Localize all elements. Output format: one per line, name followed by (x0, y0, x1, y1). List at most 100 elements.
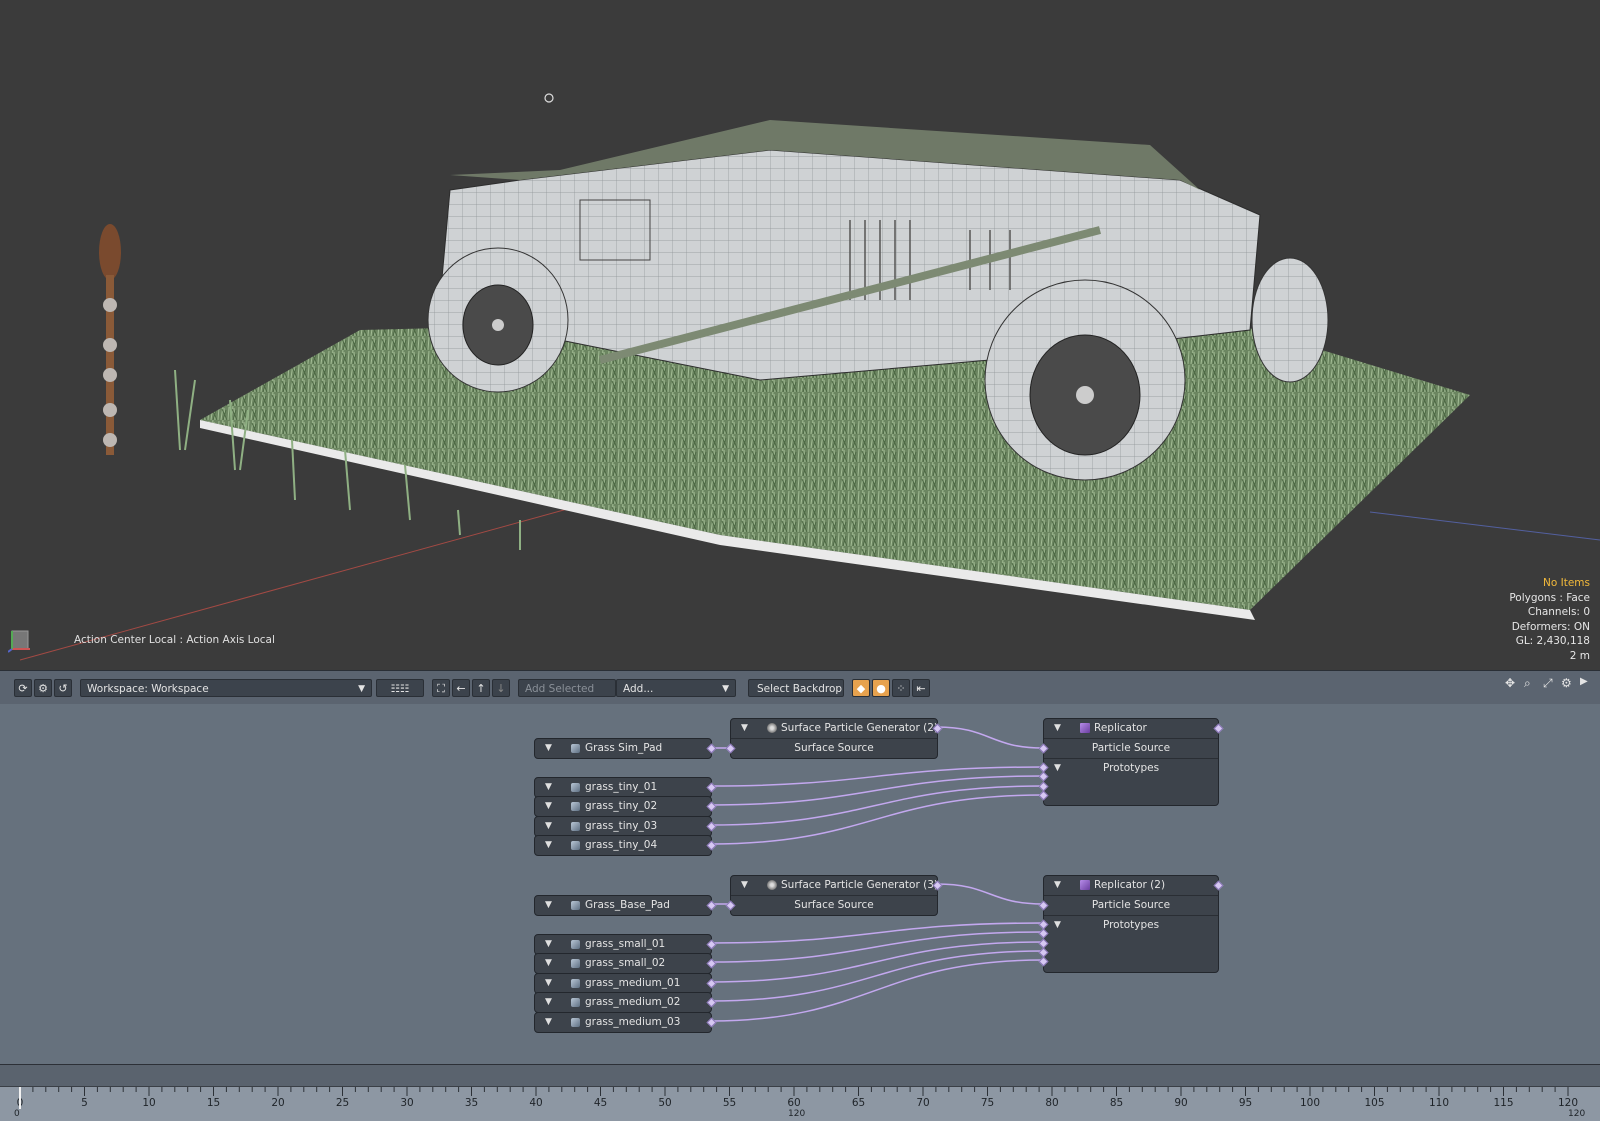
mesh-item-icon (571, 901, 580, 910)
item-node[interactable]: ▼ grass_tiny_03 (534, 816, 717, 837)
collapse-triangle-icon[interactable]: ▼ (545, 993, 552, 1012)
add-dropdown[interactable]: Add... ▼ (616, 679, 736, 697)
collapse-triangle-icon[interactable]: ▼ (545, 954, 552, 973)
workspace-dropdown[interactable]: Workspace: Workspace ▼ (80, 679, 372, 697)
item-node[interactable]: ▼ Grass Sim_Pad (534, 738, 717, 759)
add-selected-button[interactable]: Add Selected (518, 679, 616, 697)
grid-scale: 2 m (1569, 649, 1590, 662)
timeline-tick-label: 70 (916, 1097, 930, 1109)
timeline-tick-label: 20 (271, 1097, 285, 1109)
3d-viewport[interactable]: Action Center Local : Action Axis Local … (0, 0, 1600, 670)
timeline-tick-label: 105 (1364, 1097, 1385, 1109)
timeline-tick-label: 30 (400, 1097, 414, 1109)
item-node[interactable]: ▼ grass_tiny_01 (534, 777, 717, 798)
timeline-tick-label: 15 (206, 1097, 221, 1109)
item-node[interactable]: ▼ grass_small_01 (534, 934, 717, 955)
timeline-tick-label: 95 (1238, 1097, 1253, 1109)
replicator-node[interactable]: ▼ Replicator Particle Source ▼ Prototypes (1038, 718, 1224, 806)
gear-icon[interactable]: ⚙ (34, 679, 52, 697)
item-node[interactable]: ▼ grass_medium_01 (534, 973, 717, 994)
refresh-icon[interactable]: ⟳ (14, 679, 32, 697)
collapse-triangle-icon[interactable]: ▼ (545, 896, 552, 915)
node-title: Surface Particle Generator (2) (781, 722, 939, 734)
timeline-tick-label: 80 (1045, 1097, 1059, 1109)
collapse-triangle-icon[interactable]: ▼ (1054, 916, 1061, 935)
polygons-mode: Polygons : Face (1509, 591, 1590, 604)
collapse-triangle-icon[interactable]: ▼ (545, 739, 552, 758)
timeline-tick-label: 50 (658, 1097, 672, 1109)
layout-grid-button[interactable]: ☷☷ (376, 679, 424, 697)
mesh-item-icon (571, 940, 580, 949)
collapse-triangle-icon[interactable]: ▼ (1054, 759, 1061, 778)
mesh-item-icon (571, 744, 580, 753)
mouse-cursor (544, 93, 554, 103)
item-node[interactable]: ▼ grass_tiny_02 (534, 796, 717, 817)
surface-source-input[interactable]: Surface Source (731, 739, 937, 758)
collapse-triangle-icon[interactable]: ▼ (741, 876, 748, 895)
viewport-scene (19, 93, 1600, 661)
mesh-item-icon (571, 802, 580, 811)
item-node[interactable]: ▼ grass_small_02 (534, 953, 717, 974)
collapse-triangle-icon[interactable]: ▼ (1054, 719, 1061, 738)
select-backdrop-button[interactable]: Select Backdrop (748, 679, 844, 697)
collapse-triangle-icon[interactable]: ▼ (545, 778, 552, 797)
surface-particle-generator-node[interactable]: ▼ Surface Particle Generator (3) Surface … (725, 875, 943, 916)
node-title: Surface Particle Generator (3) (781, 879, 939, 891)
collapse-triangle-icon[interactable]: ▼ (1054, 876, 1061, 895)
orange-circle-icon[interactable]: ● (872, 679, 890, 697)
item-node[interactable]: ▼ Grass_Base_Pad (534, 895, 717, 916)
timeline-tick-label: 25 (335, 1097, 350, 1109)
node-title: Replicator (2) (1094, 879, 1166, 891)
collapse-triangle-icon[interactable]: ▼ (545, 935, 552, 954)
panel-divider[interactable] (0, 1064, 1600, 1087)
arrow-left-icon[interactable]: ← (452, 679, 470, 697)
prototypes-label: Prototypes (1102, 919, 1160, 931)
item-node[interactable]: ▼ grass_tiny_04 (534, 835, 717, 856)
collapse-triangle-icon[interactable]: ▼ (545, 797, 552, 816)
timeline-tick-label: 55 (722, 1097, 737, 1109)
reset-icon[interactable]: ↺ (54, 679, 72, 697)
item-node[interactable]: ▼ grass_medium_03 (534, 1012, 717, 1033)
z-axis-line (1369, 511, 1600, 541)
maximize-icon[interactable]: ⤢ (1543, 676, 1553, 691)
replicator-node[interactable]: ▼ Replicator (2) Particle Source ▼ Prototy… (1038, 875, 1224, 973)
timeline-tick-label: 120 (1557, 1097, 1579, 1109)
collapse-triangle-icon[interactable]: ▼ (545, 817, 552, 836)
action-center-status: Action Center Local : Action Axis Local (74, 634, 275, 646)
schematic-toolbar: ⟳ ⚙ ↺ Workspace: Workspace ▼ ☷☷ ⛶ ← ↑ ↓ … (0, 670, 1600, 705)
timeline-tick-label: 40 (529, 1097, 543, 1109)
prototypes-input[interactable]: ▼ Prototypes (1044, 759, 1218, 778)
axis-orientation-icon (8, 627, 32, 653)
collapse-triangle-icon[interactable]: ▼ (545, 836, 552, 855)
collapse-triangle-icon[interactable]: ▼ (545, 974, 552, 993)
fit-icon[interactable]: ⛶ (432, 679, 450, 697)
timeline-tick-label: 10 (142, 1097, 156, 1109)
arrow-up-icon[interactable]: ↑ (472, 679, 490, 697)
timeline-tick-label: 110 (1428, 1097, 1450, 1109)
particle-source-input[interactable]: Particle Source (1044, 896, 1218, 916)
timeline-tick-label: 5 (81, 1097, 88, 1109)
collapse-triangle-icon[interactable]: ▼ (545, 1013, 552, 1032)
move-icon[interactable]: ✥ (1505, 676, 1515, 690)
orange-diamond-icon[interactable]: ◆ (852, 679, 870, 697)
particle-source-input[interactable]: Particle Source (1044, 739, 1218, 759)
prototypes-input[interactable]: ▼ Prototypes (1044, 916, 1218, 935)
viewport-info: No Items Polygons : Face Channels: 0 Def… (1509, 576, 1590, 663)
node-graph[interactable]: ▼ Grass Sim_Pad ▼ grass_tiny_01 ▼ grass_tin… (0, 704, 1600, 1064)
chevron-right-icon[interactable]: ▶ (1580, 676, 1588, 687)
grid-dots-icon[interactable]: ⁘ (892, 679, 910, 697)
add-label: Add... (623, 683, 654, 695)
timeline[interactable]: 0 5 10 15 20 25 30 35 40 45 50 55 60 65 70 75 80 85 90 95 10… (0, 1086, 1600, 1121)
zoom-icon[interactable]: ⌕ (1524, 676, 1531, 691)
item-node[interactable]: ▼ grass_medium_02 (534, 992, 717, 1013)
collapse-triangle-icon[interactable]: ▼ (741, 719, 748, 738)
collapse-icon[interactable]: ⇤ (912, 679, 930, 697)
settings-icon[interactable]: ⚙ (1561, 676, 1572, 690)
node-label: Grass_Base_Pad (585, 899, 670, 911)
mesh-item-icon (571, 998, 580, 1007)
surface-particle-generator-node[interactable]: ▼ Surface Particle Generator (2) Surface … (725, 718, 943, 759)
surface-source-input[interactable]: Surface Source (731, 896, 937, 915)
prototypes-label: Prototypes (1102, 762, 1160, 774)
arrow-down-icon[interactable]: ↓ (492, 679, 510, 697)
playhead[interactable] (19, 1087, 21, 1109)
